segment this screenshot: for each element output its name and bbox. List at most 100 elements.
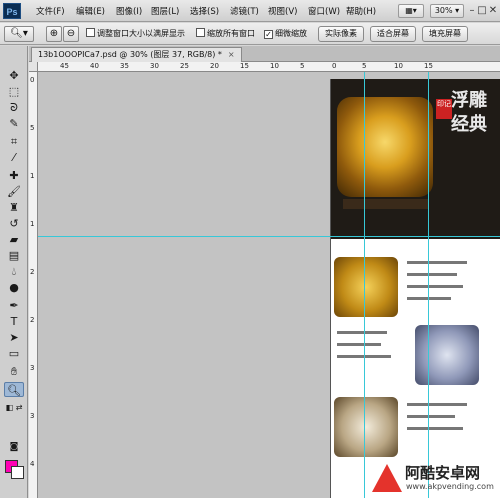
- watermark-url: www.akpvending.com: [406, 482, 494, 491]
- move-tool-icon[interactable]: ✥: [4, 68, 24, 83]
- spec-line: [337, 343, 381, 346]
- background-color-swatch[interactable]: [11, 466, 24, 479]
- spec-line: [407, 261, 467, 264]
- menu-select[interactable]: 选择(S): [190, 5, 219, 17]
- options-bar: 🔍︎▾ ⊕ ⊖ 调整窗口大小以满屏显示 缩放所有窗口 ✓ 细微缩放 实际像素 适合…: [0, 23, 500, 45]
- document-canvas[interactable]: 印记 浮雕经典: [330, 79, 500, 498]
- ruler-origin[interactable]: [29, 62, 38, 72]
- spec-line: [337, 331, 387, 334]
- ruler-label: 4: [30, 460, 35, 468]
- close-window-button[interactable]: ✕: [487, 3, 499, 18]
- shape-tool-icon[interactable]: ▭: [4, 346, 24, 361]
- ruler-label: 10: [394, 62, 403, 70]
- vertical-guide[interactable]: [428, 72, 429, 498]
- quick-select-tool-icon[interactable]: ✎: [4, 116, 24, 131]
- horizontal-ruler[interactable]: 45 40 35 30 25 20 15 10 5 0 5 10 15: [38, 62, 500, 72]
- zoom-tool-icon[interactable]: 🔍︎: [4, 382, 24, 397]
- quick-mask-icon[interactable]: ◙: [4, 440, 24, 455]
- document-tab-bar: 13b1OOOPICa7.psd @ 30% (图层 37, RGB/8) * ×: [29, 46, 500, 62]
- ruler-label: 35: [120, 62, 129, 70]
- crop-tool-icon[interactable]: ⌗: [4, 134, 24, 149]
- fill-screen-button[interactable]: 填充屏幕: [422, 26, 468, 42]
- ruler-label: 0: [30, 76, 35, 84]
- document-tab[interactable]: 13b1OOOPICa7.psd @ 30% (图层 37, RGB/8) * ×: [31, 47, 242, 62]
- path-select-tool-icon[interactable]: ➤: [4, 330, 24, 345]
- arrange-documents-button[interactable]: ▦▾: [398, 4, 424, 18]
- amber-carving-photo: [337, 97, 433, 197]
- site-watermark: 阿酷安卓网 www.akpvending.com: [372, 460, 500, 498]
- menu-layer[interactable]: 图层(L): [151, 5, 179, 17]
- checkbox-box: [196, 28, 205, 37]
- menu-filter[interactable]: 滤镜(T): [230, 5, 259, 17]
- lasso-tool-icon[interactable]: ᘐ: [4, 100, 24, 115]
- menu-bar: Ps 文件(F) 编辑(E) 图像(I) 图层(L) 选择(S) 滤镜(T) 视…: [0, 0, 500, 22]
- photoshop-logo: Ps: [3, 3, 21, 19]
- vertical-guide[interactable]: [364, 72, 365, 498]
- horizontal-guide[interactable]: [38, 236, 500, 237]
- ruler-label: 3: [30, 364, 35, 372]
- canvas-pasteboard[interactable]: 印记 浮雕经典: [38, 72, 500, 498]
- clone-stamp-tool-icon[interactable]: ♜: [4, 200, 24, 215]
- artwork-title: 浮雕经典: [451, 90, 487, 135]
- checkbox-label: 缩放所有窗口: [207, 29, 255, 38]
- spec-line: [407, 427, 463, 430]
- zoom-out-button[interactable]: ⊖: [63, 26, 79, 42]
- ruler-label: 25: [180, 62, 189, 70]
- healing-brush-tool-icon[interactable]: ✚: [4, 168, 24, 183]
- zoom-in-icon: ⊕: [49, 28, 59, 39]
- watermark-title: 阿酷安卓网: [405, 464, 481, 482]
- hero-banner-image: 印记 浮雕经典: [331, 79, 500, 239]
- marquee-tool-icon[interactable]: ⬚: [4, 84, 24, 99]
- actual-pixels-button[interactable]: 实际像素: [318, 26, 364, 42]
- spec-line: [407, 273, 457, 276]
- zoom-level: 30%: [434, 6, 453, 15]
- dodge-tool-icon[interactable]: ●: [4, 280, 24, 295]
- ruler-label: 45: [60, 62, 69, 70]
- menu-edit[interactable]: 编辑(E): [76, 5, 105, 17]
- ruler-label: 1: [30, 172, 35, 180]
- scrubby-zoom-checkbox[interactable]: ✓ 细微缩放: [264, 28, 307, 40]
- product-image-1: [334, 257, 398, 317]
- zoom-out-icon: ⊖: [66, 28, 76, 39]
- ruler-label: 15: [424, 62, 433, 70]
- spec-line: [407, 297, 451, 300]
- zoom-all-windows-checkbox[interactable]: 缩放所有窗口: [196, 28, 255, 40]
- document-title: 13b1OOOPICa7.psd @ 30% (图层 37, RGB/8) *: [38, 50, 222, 59]
- default-colors-icon[interactable]: ◧ ⇄: [4, 400, 24, 415]
- checkbox-label: 细微缩放: [275, 29, 307, 38]
- close-tab-icon[interactable]: ×: [228, 50, 235, 59]
- checkbox-checked-box: ✓: [264, 30, 273, 39]
- type-tool-icon[interactable]: T: [4, 314, 24, 329]
- brush-tool-icon[interactable]: 🖌︎: [4, 184, 24, 199]
- history-brush-tool-icon[interactable]: ↺: [4, 216, 24, 231]
- ruler-label: 10: [270, 62, 279, 70]
- checkbox-box: [86, 28, 95, 37]
- ruler-label: 2: [30, 316, 35, 324]
- ruler-label: 1: [30, 220, 35, 228]
- menu-view[interactable]: 视图(V): [268, 5, 297, 17]
- fit-screen-button[interactable]: 适合屏幕: [370, 26, 416, 42]
- ruler-label: 0: [332, 62, 337, 70]
- eraser-tool-icon[interactable]: ▰: [4, 232, 24, 247]
- blur-tool-icon[interactable]: 💧︎: [4, 264, 24, 279]
- hand-tool-icon[interactable]: ✋︎: [4, 364, 24, 379]
- wooden-stand: [343, 199, 429, 209]
- eyedropper-tool-icon[interactable]: ⁄: [4, 150, 24, 165]
- menu-help[interactable]: 帮助(H): [346, 5, 376, 17]
- vertical-ruler[interactable]: 0 5 1 1 2 2 3 3 4: [29, 72, 38, 498]
- tool-preset-picker[interactable]: 🔍︎▾: [4, 26, 34, 42]
- ruler-label: 15: [240, 62, 249, 70]
- menu-file[interactable]: 文件(F): [36, 5, 65, 17]
- product-image-2: [415, 325, 479, 385]
- menu-window[interactable]: 窗口(W): [308, 5, 340, 17]
- pen-tool-icon[interactable]: ✒: [4, 298, 24, 313]
- ruler-label: 3: [30, 412, 35, 420]
- zoom-level-select[interactable]: 30% ▾: [430, 4, 464, 18]
- ruler-label: 2: [30, 268, 35, 276]
- resize-windows-checkbox[interactable]: 调整窗口大小以满屏显示: [86, 28, 185, 40]
- menu-image[interactable]: 图像(I): [116, 5, 142, 17]
- product-image-3: [334, 397, 398, 457]
- ruler-label: 5: [30, 124, 35, 132]
- zoom-in-button[interactable]: ⊕: [46, 26, 62, 42]
- gradient-tool-icon[interactable]: ▤: [4, 248, 24, 263]
